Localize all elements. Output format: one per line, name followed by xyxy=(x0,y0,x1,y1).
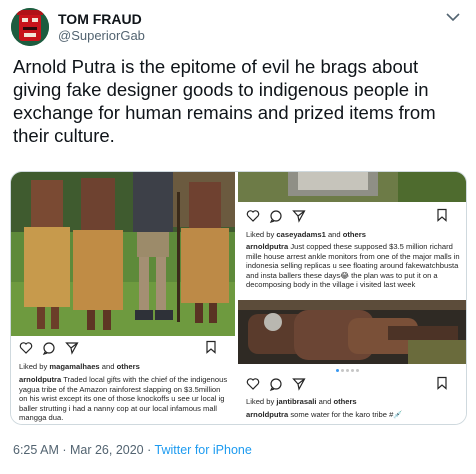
tweet-timestamp[interactable]: 6:25 AM · Mar 26, 2020 xyxy=(13,443,144,457)
caption-username[interactable]: arnoldputra xyxy=(19,375,61,384)
tweet-source[interactable]: Twitter for iPhone xyxy=(155,443,252,457)
tweet-meta: 6:25 AM · Mar 26, 2020 · Twitter for iPh… xyxy=(13,443,252,457)
share-icon[interactable] xyxy=(292,209,306,223)
liked-by-user[interactable]: jantibrasali xyxy=(276,397,316,406)
comment-icon[interactable] xyxy=(269,377,283,392)
post-photo-tribe[interactable] xyxy=(11,172,235,336)
post-actions xyxy=(246,376,458,392)
post-actions xyxy=(19,340,227,356)
heart-icon[interactable] xyxy=(246,377,260,391)
bookmark-icon[interactable] xyxy=(435,208,449,222)
heart-icon[interactable] xyxy=(246,209,260,223)
share-icon[interactable] xyxy=(292,377,306,391)
post-photo-hands[interactable] xyxy=(238,300,466,364)
post-actions xyxy=(246,208,458,224)
caption-username[interactable]: arnoldputra xyxy=(246,242,288,251)
instagram-post-right[interactable]: Liked by caseyadams1 and others arnoldpu… xyxy=(238,172,466,424)
post-caption: arnoldputra Traded local gifts with the … xyxy=(19,375,228,423)
share-icon[interactable] xyxy=(65,341,79,355)
carousel-dots xyxy=(336,369,359,372)
post-caption: arnoldputra some water for the karo trib… xyxy=(246,410,403,419)
avatar[interactable] xyxy=(11,8,49,46)
bookmark-icon[interactable] xyxy=(204,340,218,354)
liked-by-line: Liked by jantibrasali and others xyxy=(246,397,357,406)
post-photo-watch[interactable] xyxy=(238,172,466,202)
comment-icon[interactable] xyxy=(42,341,56,356)
liked-by-user[interactable]: magamalhaes xyxy=(49,362,99,371)
tweet: TOM FRAUD @SuperiorGab Arnold Putra is t… xyxy=(0,0,476,474)
more-icon[interactable] xyxy=(444,10,462,24)
liked-by-user[interactable]: caseyadams1 xyxy=(276,230,325,239)
bookmark-icon[interactable] xyxy=(435,376,449,390)
liked-by-line: Liked by magamalhaes and others xyxy=(19,362,140,371)
liked-by-line: Liked by caseyadams1 and others xyxy=(246,230,366,239)
media-grid[interactable]: Liked by magamalhaes and others arnoldpu… xyxy=(10,171,467,425)
comment-icon[interactable] xyxy=(269,209,283,224)
instagram-post-left[interactable]: Liked by magamalhaes and others arnoldpu… xyxy=(11,172,235,424)
author-handle[interactable]: @SuperiorGab xyxy=(58,28,145,43)
caption-username[interactable]: arnoldputra xyxy=(246,410,288,419)
post-caption: arnoldputra Just copped these supposed $… xyxy=(246,242,460,290)
tweet-text: Arnold Putra is the epitome of evil he b… xyxy=(13,56,436,146)
author-name[interactable]: TOM FRAUD xyxy=(58,11,142,27)
heart-icon[interactable] xyxy=(19,341,33,355)
